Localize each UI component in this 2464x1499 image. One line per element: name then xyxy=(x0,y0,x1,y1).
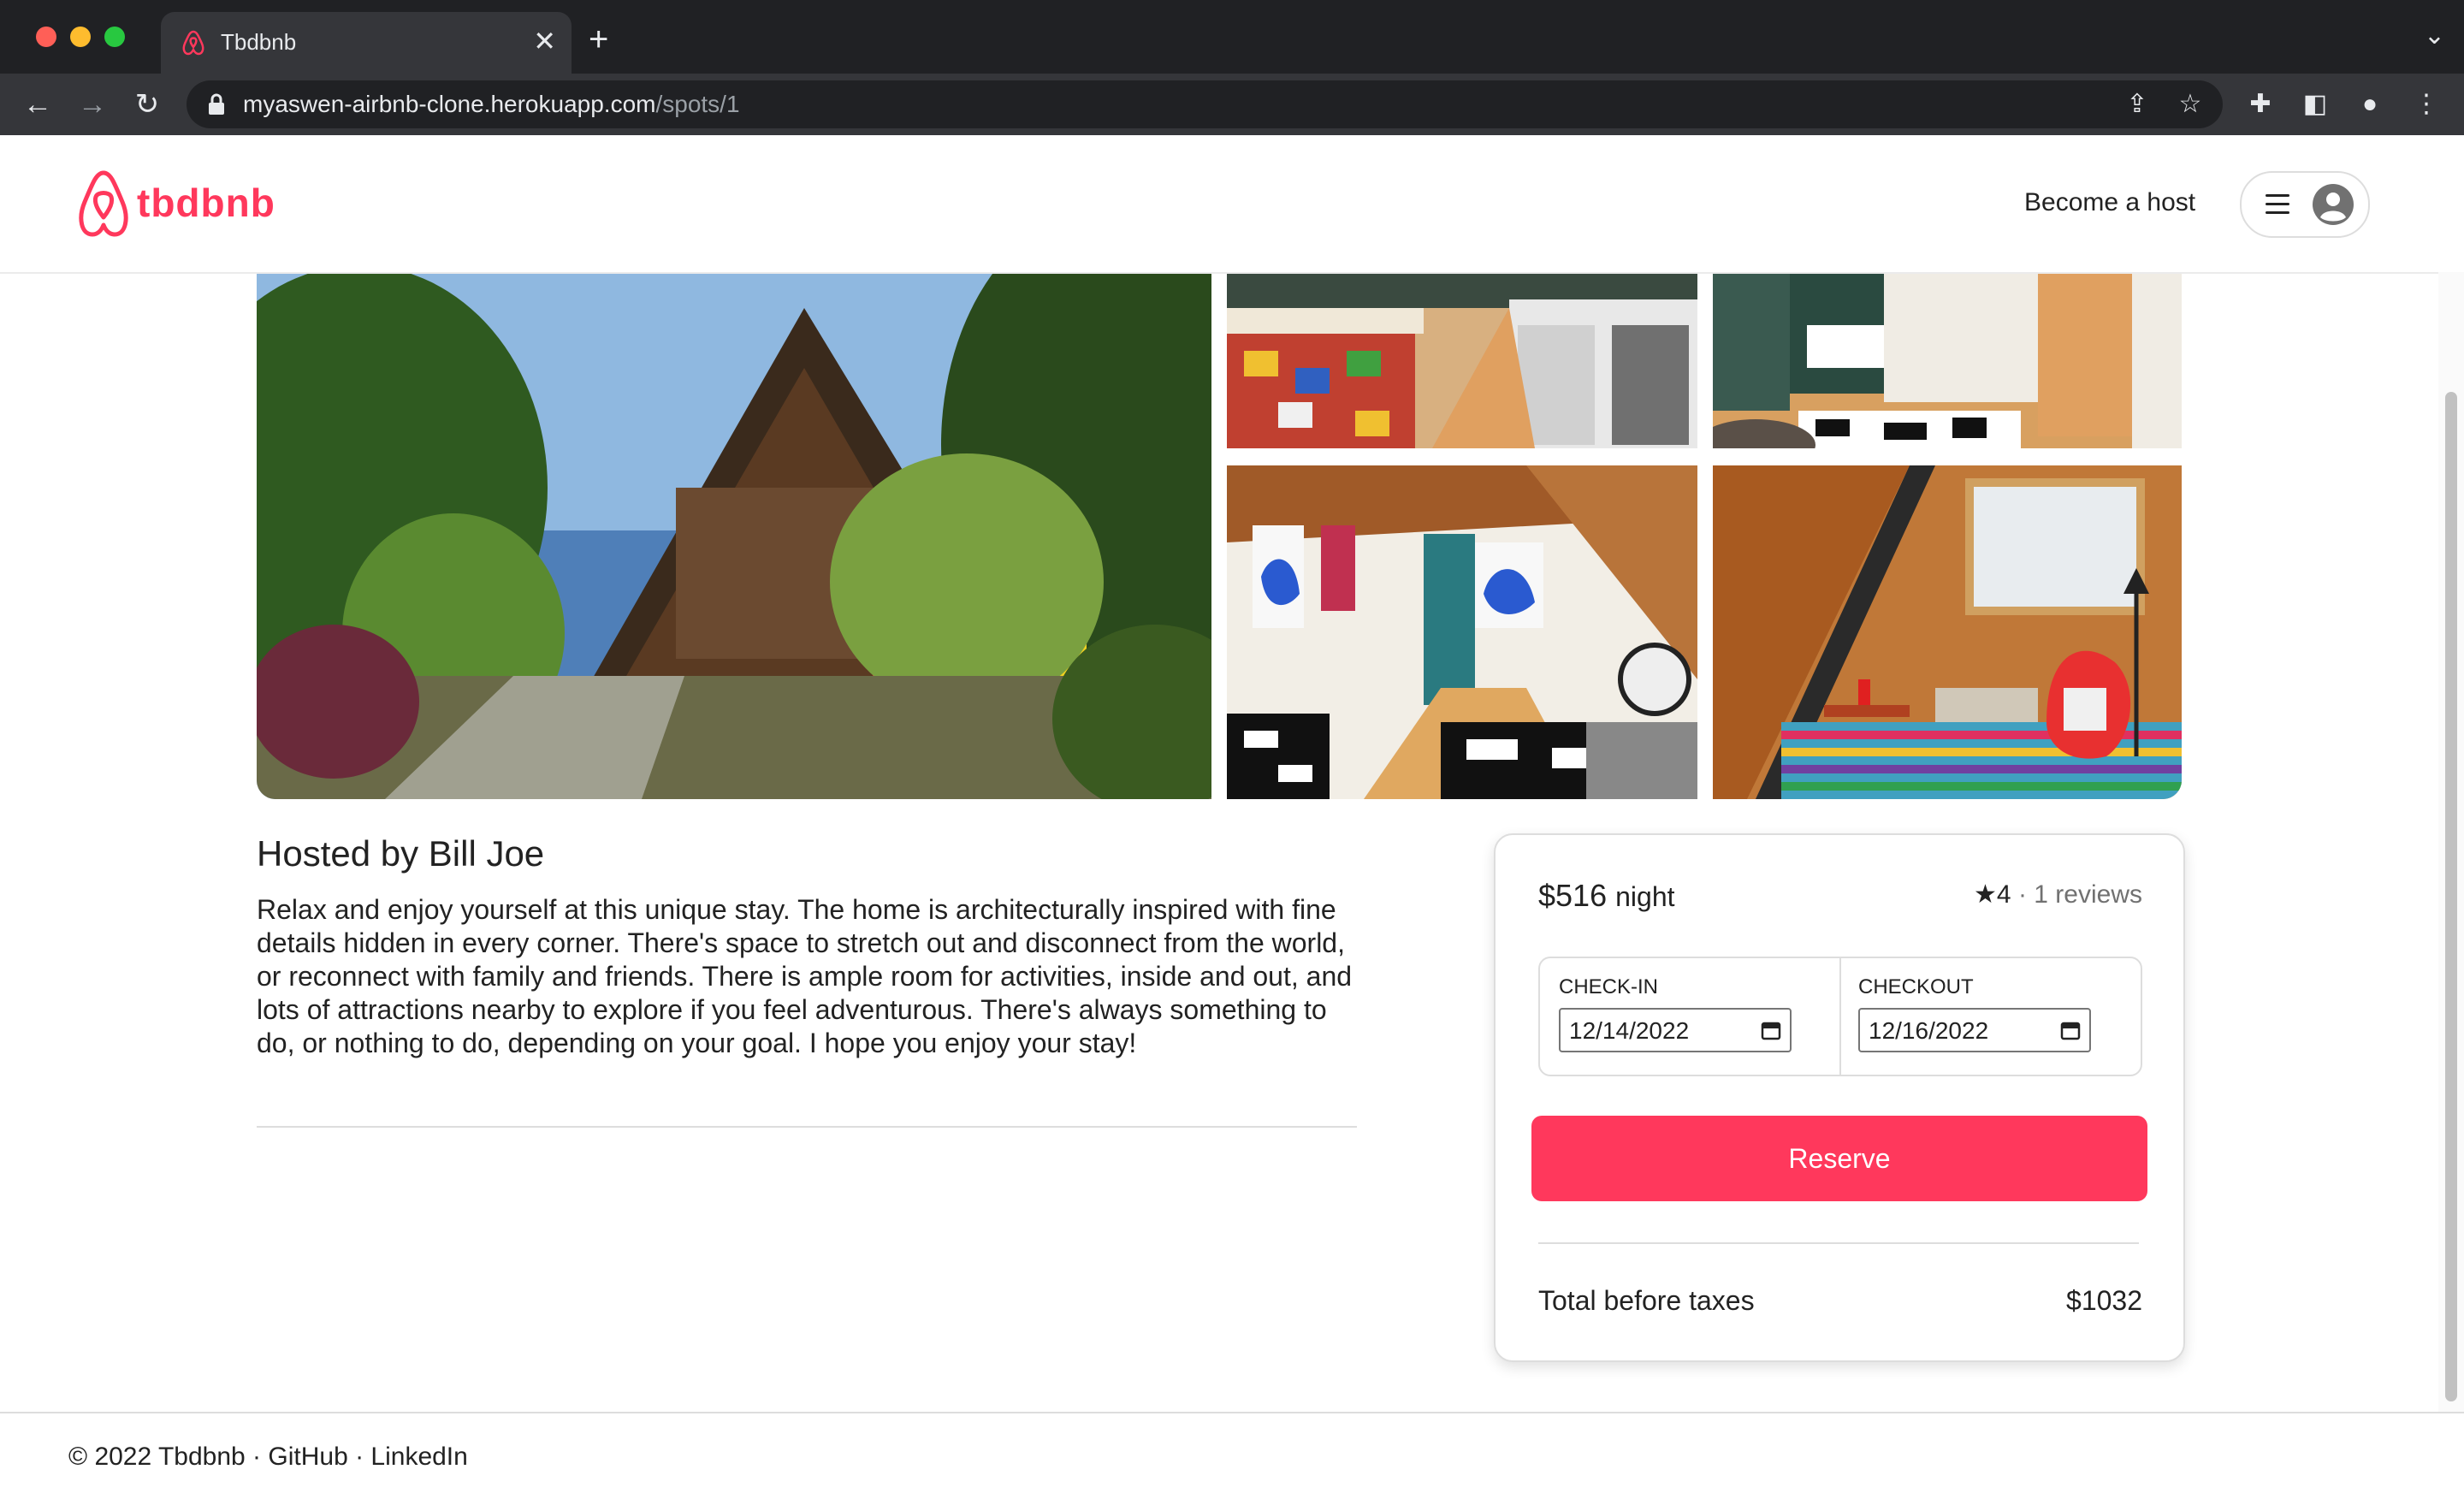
price-per-night: $516 night xyxy=(1538,878,1675,914)
star-icon: ★ xyxy=(1974,880,1997,909)
share-icon[interactable]: ⇪ xyxy=(2122,89,2153,120)
close-window-dot[interactable] xyxy=(36,27,56,47)
checkin-input[interactable]: 12/14/2022 xyxy=(1559,1008,1792,1052)
photo-gallery xyxy=(257,274,2182,799)
reserve-button[interactable]: Reserve xyxy=(1531,1116,2147,1201)
scrollbar-thumb[interactable] xyxy=(2445,392,2457,1401)
maximize-window-dot[interactable] xyxy=(104,27,125,47)
booking-divider xyxy=(1538,1242,2139,1244)
lock-icon xyxy=(209,93,224,115)
address-bar[interactable]: myaswen-airbnb-clone.herokuapp.com/spots… xyxy=(187,80,2223,128)
back-arrow-icon[interactable]: ← xyxy=(19,86,56,123)
tab-close-button[interactable]: ✕ xyxy=(533,24,556,58)
hamburger-menu-icon xyxy=(2266,194,2289,215)
user-avatar-icon xyxy=(2313,184,2354,225)
photo-attic-lounge[interactable] xyxy=(1713,465,2182,799)
airbnb-favicon-icon xyxy=(182,30,204,56)
forward-arrow-icon[interactable]: → xyxy=(74,86,111,123)
checkout-label: CHECKOUT xyxy=(1858,975,1974,998)
checkin-value: 12/14/2022 xyxy=(1569,1017,1690,1044)
host-title: Hosted by Bill Joe xyxy=(257,833,545,874)
site-header: tbdbnb Become a host xyxy=(0,135,2464,274)
rating-value: 4 xyxy=(1996,880,2011,909)
url-domain: myaswen-airbnb-clone.herokuapp.com xyxy=(243,91,656,117)
url-text: myaswen-airbnb-clone.herokuapp.com/spots… xyxy=(243,91,740,118)
profile-menu-button[interactable] xyxy=(2240,171,2370,238)
reload-icon[interactable]: ↻ xyxy=(128,86,166,123)
total-value: $1032 xyxy=(2066,1285,2142,1316)
minimize-window-dot[interactable] xyxy=(70,27,91,47)
price-unit: night xyxy=(1615,881,1675,912)
kebab-menu-icon[interactable]: ⋮ xyxy=(2408,86,2445,123)
sidebar-icon[interactable]: ◧ xyxy=(2296,86,2334,123)
checkin-label: CHECK-IN xyxy=(1559,975,1659,998)
site-footer: © 2022 Tbdbnb · GitHub · LinkedIn xyxy=(0,1412,2464,1499)
photo-hallway[interactable] xyxy=(1227,465,1697,799)
checkout-value: 12/16/2022 xyxy=(1869,1017,1989,1044)
extensions-icon[interactable]: ✚ xyxy=(2242,86,2279,123)
logo-text[interactable]: tbdbnb xyxy=(137,180,275,226)
calendar-icon[interactable] xyxy=(1761,1020,1781,1040)
browser-tab[interactable]: Tbdbnb ✕ xyxy=(161,12,572,74)
photo-kitchen[interactable] xyxy=(1227,274,1697,448)
section-divider xyxy=(257,1126,1357,1128)
calendar-icon[interactable] xyxy=(2060,1020,2081,1040)
browser-tab-strip: Tbdbnb ✕ + ⌄ xyxy=(0,0,2464,74)
rating-summary: ★4 · 1 reviews xyxy=(1974,880,2142,909)
tab-title: Tbdbnb xyxy=(221,29,297,55)
star-bookmark-icon[interactable]: ☆ xyxy=(2175,89,2206,120)
checkout-section: CHECKOUT 12/16/2022 xyxy=(1839,958,2141,1075)
profile-icon[interactable]: ● xyxy=(2351,86,2389,123)
listing-description: Relax and enjoy yourself at this unique … xyxy=(257,894,1353,1058)
new-tab-button[interactable]: + xyxy=(589,22,608,56)
price-amount: $516 xyxy=(1538,878,1608,913)
become-host-link[interactable]: Become a host xyxy=(2024,188,2195,217)
checkin-section: CHECK-IN 12/14/2022 xyxy=(1540,958,1841,1075)
page-scrollbar[interactable] xyxy=(2438,272,2464,1412)
total-label: Total before taxes xyxy=(1538,1285,1755,1316)
browser-toolbar: ← → ↻ myaswen-airbnb-clone.herokuapp.com… xyxy=(0,74,2464,135)
date-picker: CHECK-IN 12/14/2022 CHECKOUT 12/16/2022 xyxy=(1538,957,2142,1076)
footer-text[interactable]: © 2022 Tbdbnb · GitHub · LinkedIn xyxy=(68,1443,468,1472)
url-path: /spots/1 xyxy=(655,91,740,117)
reviews-count[interactable]: · 1 reviews xyxy=(2018,880,2142,909)
airbnb-logo-icon[interactable] xyxy=(68,168,139,240)
booking-card: $516 night ★4 · 1 reviews CHECK-IN 12/14… xyxy=(1494,833,2185,1362)
chevron-down-icon[interactable]: ⌄ xyxy=(2424,21,2445,50)
checkout-input[interactable]: 12/16/2022 xyxy=(1858,1008,2091,1052)
photo-bedroom[interactable] xyxy=(1713,274,2182,448)
main-photo-a-frame-house[interactable] xyxy=(257,274,1211,799)
